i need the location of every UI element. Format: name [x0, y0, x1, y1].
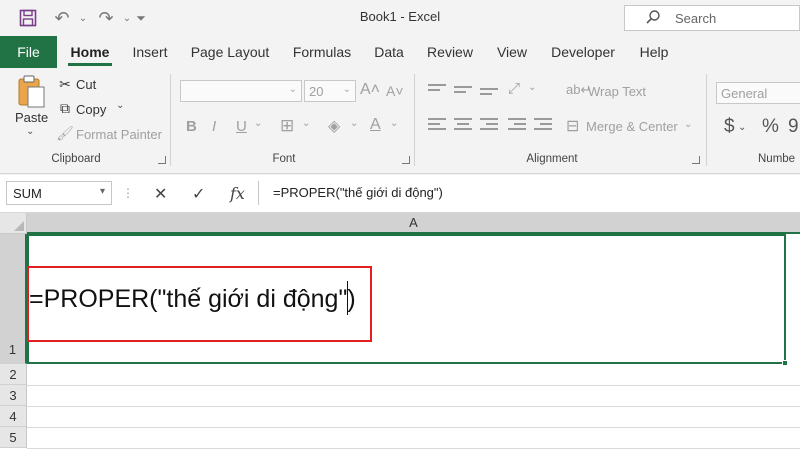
text-cursor	[347, 281, 348, 315]
font-color-dropdown-icon[interactable]: ⌄	[390, 118, 398, 129]
font-name-combo[interactable]: ⌄	[180, 80, 302, 102]
merge-dropdown-icon[interactable]: ⌄	[684, 119, 692, 130]
tab-data[interactable]: Data	[366, 36, 412, 68]
select-all-button[interactable]	[0, 213, 27, 234]
increase-indent-icon[interactable]	[534, 118, 552, 133]
underline-icon[interactable]: U	[236, 118, 247, 135]
borders-icon[interactable]: ⊞	[280, 116, 294, 136]
align-top-icon[interactable]	[428, 84, 446, 94]
paste-icon[interactable]	[14, 74, 48, 112]
clipboard-launcher-icon[interactable]	[158, 156, 166, 164]
row-header-1[interactable]: 1	[0, 234, 27, 364]
tab-page-layout[interactable]: Page Layout	[184, 36, 276, 68]
formula-input[interactable]: =PROPER("thế giới di động")	[258, 181, 800, 205]
row-header-3[interactable]: 3	[0, 385, 27, 406]
search-input[interactable]: Search	[675, 11, 716, 26]
gridline	[27, 406, 800, 407]
group-clipboard-label: Clipboard	[51, 153, 101, 165]
align-left-icon[interactable]	[428, 118, 446, 133]
separator	[170, 74, 171, 166]
tab-view[interactable]: View	[490, 36, 534, 68]
currency-icon[interactable]: $	[724, 116, 735, 138]
cell-a1-text: =PROPER("thế giới di động")	[29, 285, 356, 313]
name-box-value: SUM	[13, 186, 42, 201]
tab-developer[interactable]: Developer	[544, 36, 622, 68]
cut-button[interactable]: Cut	[76, 77, 96, 92]
separator	[414, 74, 415, 166]
search-icon	[645, 9, 665, 28]
tab-formulas[interactable]: Formulas	[286, 36, 358, 68]
number-format-value: General	[721, 86, 768, 101]
decrease-indent-icon[interactable]	[508, 118, 526, 133]
fill-color-dropdown-icon[interactable]: ⌄	[350, 118, 358, 129]
format-painter-button[interactable]: Format Painter	[76, 127, 162, 142]
percent-icon[interactable]: %	[762, 116, 779, 138]
alignment-launcher-icon[interactable]	[692, 156, 700, 164]
ribbon-home: Paste ⌄ ✂ Cut ⧉ Copy ⌄ 🖌 Format Painter …	[0, 68, 800, 174]
row-header-2[interactable]: 2	[0, 364, 27, 385]
orientation-dropdown-icon[interactable]: ⌄	[528, 82, 536, 93]
formula-bar: SUM ▾ ⋮ ✕ ✓ fx =PROPER("thế giới di động…	[0, 175, 800, 213]
copy-icon: ⧉	[60, 100, 70, 116]
number-format-combo[interactable]: General	[716, 82, 800, 104]
underline-dropdown-icon[interactable]: ⌄	[254, 118, 262, 129]
name-box-dropdown-icon[interactable]: ▾	[100, 186, 105, 197]
bold-icon[interactable]: B	[186, 118, 197, 135]
formula-text: =PROPER("thế giới di động")	[273, 185, 443, 200]
row-header-5[interactable]: 5	[0, 427, 27, 448]
cut-icon: ✂	[59, 76, 71, 92]
copy-dropdown-icon[interactable]: ⌄	[116, 100, 124, 111]
currency-dropdown-icon[interactable]: ⌄	[738, 122, 746, 133]
gridline	[27, 448, 800, 449]
align-bottom-icon[interactable]	[480, 88, 498, 98]
search-box[interactable]: Search	[624, 5, 800, 31]
fill-color-icon[interactable]: ◈	[328, 116, 340, 136]
gridline	[27, 385, 800, 386]
increase-font-icon[interactable]: A˄	[360, 81, 380, 99]
align-middle-icon[interactable]	[454, 86, 472, 96]
orientation-icon[interactable]: ⤢	[508, 80, 520, 97]
title-bar: ↶ ⌄ ↷ ⌄ ⏷ Book1 - Excel Search	[0, 0, 800, 36]
align-right-icon[interactable]	[480, 118, 498, 133]
cancel-icon[interactable]: ✕	[154, 184, 167, 204]
group-number-label: Numbe	[758, 153, 796, 165]
enter-icon[interactable]: ✓	[192, 184, 205, 204]
merge-center-icon: ⊟	[566, 118, 580, 135]
copy-button[interactable]: Copy	[76, 102, 106, 117]
decrease-font-icon[interactable]: A˅	[386, 83, 404, 99]
italic-icon[interactable]: I	[212, 118, 216, 135]
tab-home[interactable]: Home	[62, 36, 118, 68]
tab-help[interactable]: Help	[632, 36, 676, 68]
tab-insert[interactable]: Insert	[124, 36, 176, 68]
column-header-a[interactable]: A	[27, 213, 800, 234]
separator	[706, 74, 707, 166]
insert-function-icon[interactable]: fx	[230, 184, 245, 203]
tab-review[interactable]: Review	[420, 36, 480, 68]
font-launcher-icon[interactable]	[402, 156, 410, 164]
worksheet-grid[interactable]: A 1 2 3 4 5 =PROPER("thế giới di động")	[0, 213, 800, 450]
borders-dropdown-icon[interactable]: ⌄	[302, 118, 310, 129]
comma-style-icon[interactable]: 9	[788, 116, 799, 138]
paste-dropdown-icon[interactable]: ⌄	[26, 126, 34, 137]
format-painter-icon: 🖌	[56, 125, 74, 141]
tab-file[interactable]: File	[0, 36, 57, 68]
font-size-combo[interactable]: 20 ⌄	[304, 80, 356, 102]
paste-button[interactable]: Paste	[15, 110, 48, 125]
font-size-value: 20	[309, 84, 324, 99]
row-header-4[interactable]: 4	[0, 406, 27, 427]
group-font-label: Font	[272, 153, 296, 165]
merge-center-button[interactable]: Merge & Center	[586, 119, 678, 134]
ribbon-tabs: File Home Insert Page Layout Formulas Da…	[0, 36, 800, 68]
fill-handle[interactable]	[782, 360, 788, 366]
wrap-text-button[interactable]: Wrap Text	[588, 84, 646, 99]
name-box[interactable]: SUM ▾	[6, 181, 112, 205]
align-center-icon[interactable]	[454, 118, 472, 133]
formula-bar-grip-icon: ⋮	[122, 186, 134, 200]
font-color-icon[interactable]: A	[370, 116, 381, 134]
gridline	[27, 427, 800, 428]
group-alignment-label: Alignment	[526, 153, 578, 165]
